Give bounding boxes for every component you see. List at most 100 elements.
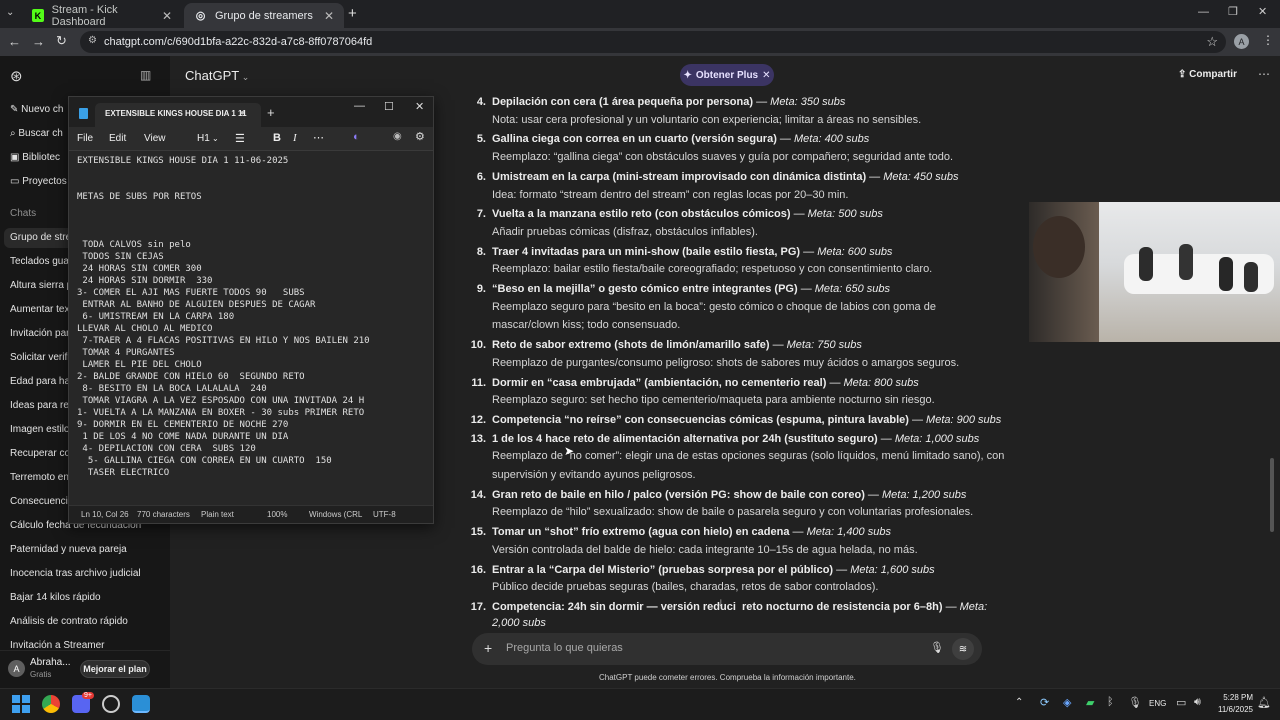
- more-options-icon[interactable]: ⋯: [1258, 67, 1270, 81]
- menu-edit[interactable]: Edit: [109, 133, 126, 144]
- address-bar[interactable]: ⚙ chatgpt.com/c/690d1bfa-a22c-832d-a7c8-…: [80, 31, 1226, 53]
- notepad-new-tab-button[interactable]: +: [267, 105, 275, 120]
- list-item: 5. Gallina ciega con correa en un cuarto …: [466, 132, 869, 146]
- add-attachment-icon[interactable]: +: [484, 640, 492, 656]
- upgrade-plan-button[interactable]: Mejorar el plan: [80, 660, 150, 678]
- notepad-close-icon[interactable]: ✕: [415, 100, 424, 113]
- language-indicator[interactable]: ENG: [1149, 699, 1166, 708]
- model-selector[interactable]: ChatGPT ⌄: [185, 68, 249, 83]
- toggle-sidebar-icon[interactable]: ▥: [140, 68, 151, 82]
- item-note: Añadir pruebas cómicas (disfraz, obstácu…: [492, 225, 758, 238]
- heading-dropdown[interactable]: H1 ⌄: [197, 133, 219, 144]
- notepad-app-icon: [79, 108, 88, 119]
- italic-icon[interactable]: I: [293, 132, 297, 144]
- scroll-down-icon[interactable]: ↓: [718, 595, 724, 609]
- clock-time[interactable]: 5:28 PM: [1215, 693, 1253, 702]
- close-icon[interactable]: ✕: [762, 70, 770, 81]
- maximize-window-icon[interactable]: ❐: [1228, 5, 1238, 18]
- list-item: 12. Competencia “no reírse” con consecuen…: [466, 413, 1002, 427]
- tray-bluetooth-icon[interactable]: ᛒ: [1107, 696, 1114, 708]
- menu-file[interactable]: File: [77, 133, 93, 144]
- list-item: 9. “Beso en la mejilla” o gesto cómico en…: [466, 282, 890, 296]
- em-dash: —: [776, 133, 794, 146]
- sparkle-icon: ✦: [683, 69, 692, 81]
- person-figure: [1244, 262, 1258, 292]
- openai-logo-icon[interactable]: ⊛: [10, 67, 23, 85]
- list-number: 9.: [476, 283, 486, 295]
- user-avatar[interactable]: A: [8, 660, 25, 677]
- share-button[interactable]: ⇪ Compartir: [1178, 69, 1237, 80]
- site-info-icon[interactable]: ⚙: [88, 35, 97, 46]
- kick-icon: K: [32, 9, 44, 22]
- item-note: Reemplazo seguro: set hecho tipo cemente…: [492, 394, 935, 407]
- notifications-bell-icon[interactable]: 🔔︎: [1257, 696, 1271, 709]
- status-zoom[interactable]: 100%: [267, 510, 287, 519]
- microphone-icon[interactable]: 🎙︎: [930, 641, 944, 654]
- close-tab-icon[interactable]: ✕: [324, 9, 334, 23]
- profile-avatar[interactable]: A: [1234, 34, 1249, 49]
- more-formatting-icon[interactable]: ⋯: [313, 131, 324, 144]
- bookmark-star-icon[interactable]: ☆: [1206, 34, 1218, 50]
- forward-icon[interactable]: →: [32, 34, 45, 49]
- voice-mode-icon[interactable]: ≋: [952, 638, 974, 660]
- list-number: 14.: [470, 488, 486, 501]
- item-title: Umistream en la carpa (mini-stream impro…: [492, 170, 867, 183]
- copilot-icon[interactable]: ◐: [353, 131, 360, 143]
- webcam-overlay: [1029, 202, 1280, 342]
- unsaved-dot-icon[interactable]: ●: [240, 108, 245, 117]
- close-window-icon[interactable]: ✕: [1258, 5, 1267, 18]
- get-plus-button[interactable]: ✦ Obtener Plus ✕: [680, 64, 774, 86]
- network-icon[interactable]: ▭: [1176, 696, 1186, 709]
- get-plus-label: Obtener Plus: [695, 69, 759, 81]
- tray-overflow-icon[interactable]: ⌃: [1015, 697, 1023, 708]
- list-number: 7.: [476, 208, 486, 221]
- tray-sync-icon[interactable]: ⟳: [1040, 696, 1049, 709]
- notepad-maximize-icon[interactable]: ☐: [384, 100, 394, 113]
- new-tab-button[interactable]: +: [348, 5, 357, 22]
- user-name[interactable]: Abraha...: [30, 657, 71, 668]
- obs-taskbar-icon[interactable]: [102, 695, 120, 713]
- settings-gear-icon[interactable]: ⚙: [415, 130, 425, 143]
- tab-grupo-streamers[interactable]: ◎ Grupo de streamers ✕: [184, 3, 344, 28]
- sidebar-chat-item[interactable]: Bajar 14 kilos rápido: [10, 592, 160, 603]
- chrome-taskbar-icon[interactable]: [42, 695, 60, 713]
- tab-search-icon[interactable]: ⌄: [6, 7, 14, 18]
- status-line-ending[interactable]: Windows (CRL: [309, 510, 362, 519]
- item-meta: Meta:: [959, 600, 988, 613]
- volume-icon[interactable]: 🔊︎: [1194, 696, 1201, 709]
- windows-start-icon[interactable]: [12, 695, 30, 713]
- status-encoding[interactable]: UTF-8: [373, 510, 396, 519]
- item-title: Entrar a la “Carpa del Misterio” (prueba…: [492, 563, 834, 576]
- em-dash: —: [942, 600, 960, 613]
- sidebar-chat-item[interactable]: Inocencia tras archivo judicial: [10, 568, 160, 579]
- sidebar-item-label: Nuevo ch: [21, 104, 64, 115]
- close-tab-icon[interactable]: ✕: [162, 9, 172, 23]
- back-icon[interactable]: ←: [8, 34, 21, 49]
- bold-icon[interactable]: B: [273, 132, 281, 144]
- menu-view[interactable]: View: [144, 133, 166, 144]
- tab-kick-dashboard[interactable]: K Stream - Kick Dashboard ✕: [22, 3, 182, 28]
- account-icon[interactable]: ◉: [393, 131, 402, 142]
- notepad-minimize-icon[interactable]: —: [354, 100, 365, 112]
- tray-nvidia-icon[interactable]: ▰: [1086, 696, 1094, 709]
- clock-date[interactable]: 11/6/2025: [1210, 705, 1253, 714]
- notepad-editor[interactable]: EXTENSIBLE KINGS HOUSE DIA 1 11-06-2025 …: [77, 155, 370, 479]
- sidebar-chat-item[interactable]: Paternidad y nueva pareja: [10, 544, 160, 555]
- tray-microphone-icon[interactable]: 🎙︎: [1128, 696, 1142, 709]
- list-icon[interactable]: ☰: [235, 132, 245, 145]
- scrollbar-thumb[interactable]: [1270, 458, 1274, 532]
- composer: + Pregunta lo que quieras 🎙︎ ≋: [472, 633, 982, 665]
- notepad-tab-title: EXTENSIBLE KINGS HOUSE DIA 1 11: [105, 109, 247, 118]
- disclaimer: ChatGPT puede cometer errores. Comprueba…: [599, 673, 856, 682]
- tray-app-icon[interactable]: ◈: [1063, 696, 1071, 709]
- composer-input[interactable]: Pregunta lo que quieras: [506, 642, 623, 654]
- em-dash: —: [797, 283, 815, 295]
- browser-menu-icon[interactable]: ⋮: [1262, 33, 1274, 47]
- notepad-taskbar-icon[interactable]: [132, 695, 150, 713]
- item-title: Vuelta a la manzana estilo reto (con obs…: [492, 208, 791, 221]
- reload-icon[interactable]: ↻: [56, 33, 67, 49]
- sidebar-chat-item[interactable]: Análisis de contrato rápido: [10, 616, 160, 627]
- chatgpt-favicon: ◎: [195, 10, 206, 22]
- user-plan: Gratis: [30, 670, 52, 679]
- minimize-window-icon[interactable]: —: [1198, 6, 1209, 18]
